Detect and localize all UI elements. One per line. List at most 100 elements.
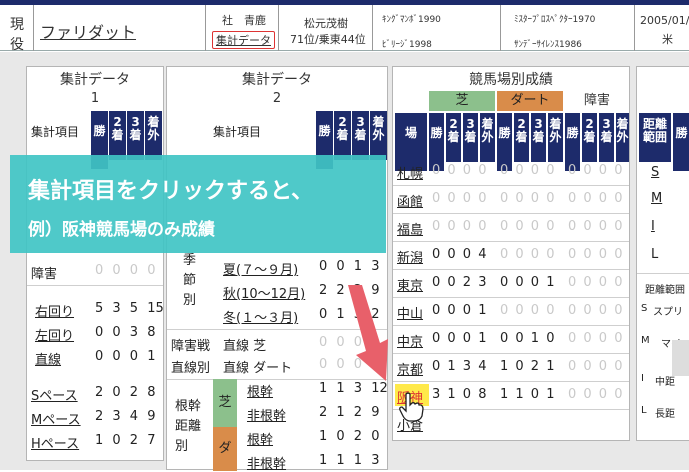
- panel2-season-label[interactable]: 秋(10～12月): [223, 283, 305, 302]
- dam-sire: ｻﾝﾃﾞｰｻｲﾚﾝｽ1986: [514, 40, 582, 50]
- track-row-obs-values: 0 0 0 0: [568, 303, 623, 318]
- track-row-label[interactable]: 中山: [397, 303, 423, 322]
- panel2-col-out: 着外: [370, 111, 387, 160]
- panel1-col-item: 集計項目: [31, 125, 80, 139]
- track-row-dirt-values: 0 0 0 0: [500, 219, 555, 234]
- panel2-distance-label[interactable]: 根幹: [247, 381, 273, 400]
- distance-sub-title: 距離範囲: [645, 285, 685, 296]
- distance-range-row[interactable]: I: [651, 219, 655, 234]
- track-row-dirt-values: 0 0 1 0: [500, 331, 555, 346]
- track-row-label[interactable]: 札幌: [397, 163, 423, 182]
- distance-sub-label: スプリ: [653, 307, 683, 318]
- panel1-row-label[interactable]: 左回り: [35, 325, 74, 344]
- horse-header: 現役 ファリダット 社 青鹿 集計データ 松元茂樹 71位/乗東44位 ｷﾝｸﾞ…: [0, 5, 689, 53]
- track-row-dirt-values: 0 0 0 0: [500, 303, 555, 318]
- season-group-label: 季節別: [183, 253, 197, 308]
- track-dirt-col-3rd: 3着: [531, 113, 546, 162]
- horse-name-link[interactable]: ファリダット: [40, 19, 136, 43]
- panel2-number: 2: [272, 91, 282, 106]
- track-row-turf-values: 0 0 0 1: [432, 331, 487, 346]
- panel1-row-values: 2 0 2 8: [95, 385, 156, 400]
- track-row-turf-values: 0 0 0 0: [432, 163, 487, 178]
- hand-cursor-icon: [399, 392, 424, 422]
- country: 米: [662, 33, 673, 46]
- summary-data-button[interactable]: 集計データ: [212, 31, 275, 49]
- track-obs-col-out: 着外: [616, 113, 629, 162]
- panel2-season-label[interactable]: 冬(１～３月): [223, 307, 298, 326]
- birth-date: 2005/01/2: [640, 14, 689, 27]
- track-row-dirt-values: 0 0 0 0: [500, 247, 555, 262]
- distance-range-row[interactable]: M: [651, 191, 662, 206]
- panel1-col-out: 着外: [145, 111, 162, 160]
- rank-info: 71位/乗東44位: [290, 33, 366, 46]
- distance-range-row[interactable]: L: [651, 247, 658, 262]
- panel1-col-3rd: 3着: [127, 111, 144, 160]
- track-obstacle-header: 障害: [583, 93, 610, 108]
- track-record-panel: 競馬場別成績 芝 ダート 障害 場 勝 2着 3着 着外 勝 2着 3着 着外 …: [392, 66, 630, 441]
- status-label: 現役: [10, 17, 24, 53]
- track-row-turf-values: 0 0 0 4: [432, 247, 487, 262]
- panel2-distance-label[interactable]: 非根幹: [247, 453, 286, 472]
- panel2-col-3rd: 3着: [352, 111, 369, 160]
- track-obs-col-3rd: 3着: [599, 113, 614, 162]
- panel1-row-label[interactable]: Hペース: [31, 433, 79, 452]
- panel2-distance-label[interactable]: 根幹: [247, 429, 273, 448]
- turf-label: 芝: [213, 379, 237, 427]
- trainer-info: 社 青鹿: [222, 14, 266, 27]
- panel1-row-values: 0 0 0 1: [95, 349, 156, 364]
- panel1-row-label[interactable]: 右回り: [35, 301, 74, 320]
- track-col-2nd: 2着: [446, 113, 461, 162]
- panel2-straight-label: 直線 芝: [223, 339, 267, 354]
- distance-range-panel: 距離範囲 勝 S M I L 距離範囲 S スプリ M マイ I 中距 L 長距: [636, 66, 689, 441]
- panel1-row-values: 1 0 2 7: [95, 433, 156, 448]
- track-col-3rd: 3着: [463, 113, 478, 162]
- track-row-label[interactable]: 函館: [397, 191, 423, 210]
- obstacle-race-label: 障害戦: [171, 339, 211, 354]
- track-dirt-col-out: 着外: [548, 113, 563, 162]
- track-row-obs-values: 0 0 0 0: [568, 359, 623, 374]
- track-row-dirt-values: 1 0 2 1: [500, 359, 555, 374]
- panel2-straight-label: 直線 ダート: [223, 361, 293, 376]
- track-row-turf-values: 0 0 0 0: [432, 219, 487, 234]
- track-row-label[interactable]: 京都: [397, 359, 423, 378]
- track-row-turf-values: 0 0 2 3: [432, 275, 487, 290]
- panel1-row-values: 0 0 0 0: [95, 263, 156, 278]
- distance-sub-code: L: [641, 405, 647, 416]
- panel2-distance-values: 2 1 2 9: [319, 405, 380, 420]
- panel2-season-values: 0 0 1 3: [319, 259, 380, 274]
- callout-line2: 例）阪神競馬場のみ成績: [28, 220, 215, 240]
- panel1-row-label[interactable]: 直線: [35, 349, 61, 368]
- track-row-dirt-values: 0 0 0 0: [500, 191, 555, 206]
- track-row-turf-values: 0 0 0 0: [432, 191, 487, 206]
- summary-panel-1: 集計データ 1 集計項目 勝 2着 3着 着外 障害 0 0 0 0 右回り 5…: [26, 66, 164, 461]
- distance-sub-code: S: [641, 303, 648, 314]
- sire: ｷﾝｸﾞﾏﾝﾎﾞ1990: [382, 15, 441, 25]
- track-row-label[interactable]: 新潟: [397, 247, 423, 266]
- track-row-obs-values: 0 0 0 0: [568, 219, 623, 234]
- track-row-obs-values: 0 0 0 0: [568, 331, 623, 346]
- panel1-row-label[interactable]: Mペース: [31, 409, 81, 428]
- track-row-obs-values: 0 0 0 0: [568, 247, 623, 262]
- track-col-out: 着外: [480, 113, 495, 162]
- panel1-row-values: 2 3 4 9: [95, 409, 156, 424]
- panel1-row-label[interactable]: Sペース: [31, 385, 78, 404]
- panel2-distance-label[interactable]: 非根幹: [247, 405, 286, 424]
- distance-group-label: 根幹距離別: [175, 399, 202, 454]
- track-row-turf-values: 0 1 3 4: [432, 359, 487, 374]
- track-row-obs-values: 0 0 0 0: [568, 191, 623, 206]
- track-row-label[interactable]: 東京: [397, 275, 423, 294]
- panel1-number: 1: [90, 91, 100, 106]
- track-row-label[interactable]: 中京: [397, 331, 423, 350]
- panel1-row-label[interactable]: 障害: [31, 263, 57, 282]
- distance-sub-code: I: [641, 373, 644, 384]
- panel2-season-label[interactable]: 夏(７～９月): [223, 259, 298, 278]
- distance-range-row[interactable]: S: [651, 165, 659, 180]
- track-row-dirt-values: 1 1 0 1: [500, 387, 555, 402]
- panel1-title: 集計データ: [60, 72, 130, 88]
- scrollbar-thumb[interactable]: [672, 340, 689, 376]
- panel2-distance-values: 1 1 1 3: [319, 453, 380, 468]
- track-panel-title: 競馬場別成績: [469, 72, 553, 88]
- track-row-obs-values: 0 0 0 0: [568, 387, 623, 402]
- track-row-label[interactable]: 福島: [397, 219, 423, 238]
- straight-group-label: 直線別: [171, 361, 211, 376]
